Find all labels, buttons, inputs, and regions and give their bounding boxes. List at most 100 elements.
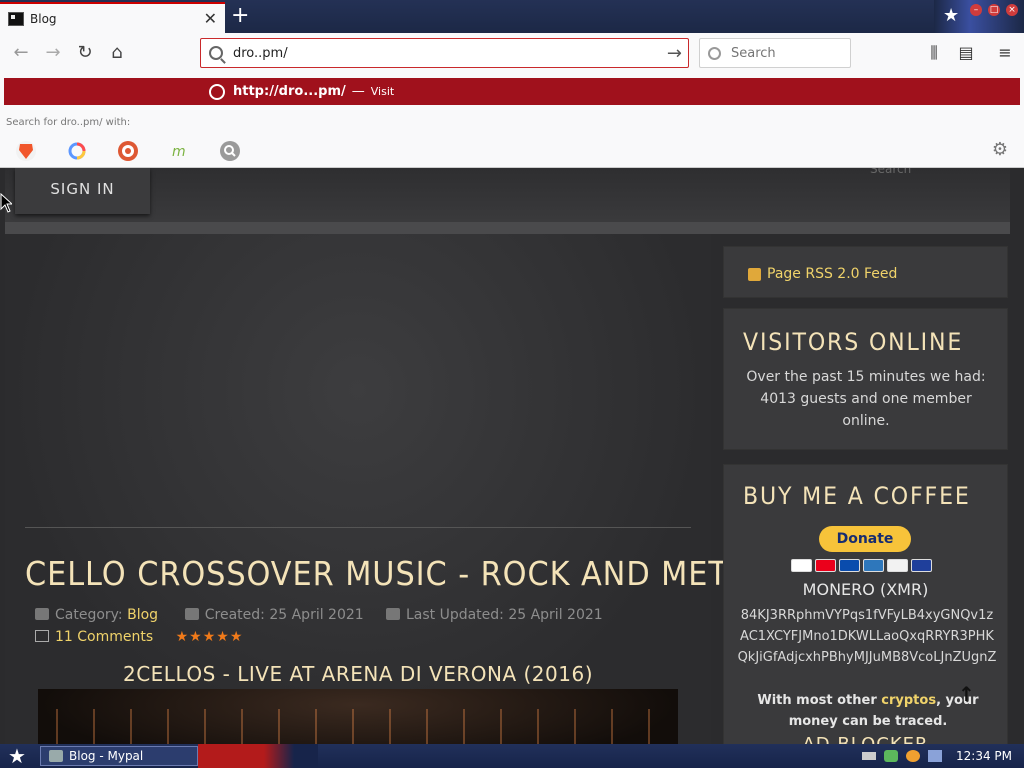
content-divider <box>25 527 691 528</box>
privacy-note: With most other cryptos, your money can … <box>753 690 983 732</box>
article-meta-secondary: 11 Comments ★★★★★ <box>35 629 243 645</box>
duckduckgo-icon[interactable] <box>118 141 138 161</box>
maximize-button[interactable]: □ <box>988 4 1000 16</box>
mouse-cursor-icon <box>0 193 12 213</box>
rss-icon <box>748 267 761 281</box>
payment-cards <box>791 559 932 572</box>
bank-card-icon <box>911 559 932 572</box>
privacy-pre: With most other <box>757 693 882 708</box>
library-icon[interactable]: ⫼ <box>922 40 946 66</box>
back-button[interactable]: ← <box>8 40 34 66</box>
coffee-title: BUY ME A COFFEE <box>743 482 971 510</box>
site-search-placeholder[interactable]: Search <box>870 168 911 176</box>
brave-icon[interactable] <box>16 141 36 161</box>
network-icon[interactable] <box>884 750 898 762</box>
search-icon <box>708 46 721 60</box>
start-button[interactable]: ★ <box>8 744 26 768</box>
category-label: Category: <box>55 607 123 623</box>
tab-title: Blog <box>30 11 57 26</box>
mastercard-icon <box>815 559 836 572</box>
tab-strip: Blog ✕ + ★ – □ × <box>0 0 1024 33</box>
donate-button[interactable]: Donate <box>819 526 911 552</box>
visit-separator: — <box>351 84 365 99</box>
search-tray-icon[interactable] <box>906 750 920 762</box>
taskbar: ★ Blog - Mypal 12:34 PM <box>0 744 1024 768</box>
navigation-toolbar: ← → ↻ ⌂ dro..pm/ → ⫼ ▤ ≡ <box>0 33 1024 73</box>
forward-button[interactable]: → <box>40 40 66 66</box>
visitors-title: VISITORS ONLINE <box>743 328 964 356</box>
keyboard-icon[interactable] <box>862 752 876 760</box>
search-engine-list: m ⚙ <box>0 139 1024 163</box>
visit-url: http://dro...pm/ <box>233 84 346 99</box>
rating-stars[interactable]: ★★★★★ <box>176 629 244 645</box>
video-thumbnail <box>38 709 678 744</box>
globe-icon <box>209 83 225 100</box>
sidebar-toggle-icon[interactable]: ▤ <box>954 40 978 66</box>
url-text[interactable]: dro..pm/ <box>233 46 667 61</box>
signin-button[interactable]: SIGN IN <box>15 168 150 214</box>
search-input[interactable] <box>729 44 839 62</box>
visit-suggestion[interactable]: http://dro...pm/ — Visit <box>4 78 1020 105</box>
taskbar-item-label: Blog - Mypal <box>69 749 144 763</box>
mojeek-icon[interactable]: m <box>169 141 189 161</box>
qwant-icon[interactable] <box>67 141 87 161</box>
go-arrow-icon[interactable]: → <box>667 43 682 64</box>
url-bar[interactable]: dro..pm/ → <box>200 38 689 68</box>
maestro-icon <box>839 559 860 572</box>
clock[interactable]: 12:34 PM <box>956 749 1012 763</box>
visa-icon <box>791 559 812 572</box>
svg-text:m: m <box>172 144 186 160</box>
discover-icon <box>887 559 908 572</box>
monero-address[interactable]: 84KJ3RRphmVYPqs1fVFyLB4xyGNQv1zAC1XCYFJM… <box>737 605 997 668</box>
new-tab-button[interactable]: + <box>231 5 249 27</box>
close-tab-icon[interactable]: ✕ <box>204 9 217 28</box>
menu-icon[interactable]: ≡ <box>993 40 1017 66</box>
visit-label: Visit <box>370 85 395 98</box>
comment-icon <box>35 630 49 642</box>
article-title[interactable]: CELLO CROSSOVER MUSIC - ROCK AND METAL <box>25 554 764 593</box>
rss-link[interactable]: Page RSS 2.0 Feed <box>748 266 897 282</box>
amex-icon <box>863 559 884 572</box>
home-button[interactable]: ⌂ <box>104 40 130 66</box>
visitors-module: VISITORS ONLINE Over the past 15 minutes… <box>723 308 1008 450</box>
search-for-label: Search for dro..pm/ with: <box>6 117 131 128</box>
comments-link[interactable]: 11 Comments <box>55 629 153 645</box>
taskbar-decoration <box>198 744 318 768</box>
back-to-top-icon[interactable]: ↑ <box>958 682 975 706</box>
gear-icon[interactable]: ⚙ <box>992 139 1008 160</box>
calendar-icon <box>385 608 400 620</box>
search-box[interactable] <box>699 38 851 68</box>
window-controls: – □ × <box>970 4 1018 16</box>
adblocker-title: AD BLOCKER <box>723 734 1008 744</box>
url-dropdown: http://dro...pm/ — Visit Search for dro.… <box>0 73 1024 168</box>
reload-button[interactable]: ↻ <box>72 40 98 66</box>
cryptos-link[interactable]: cryptos <box>881 693 936 708</box>
header-divider <box>5 222 1010 234</box>
video-title: 2CELLOS - LIVE AT ARENA DI VERONA (2016) <box>122 662 594 686</box>
star-icon: ★ <box>943 5 960 26</box>
updated-date: Last Updated: 25 April 2021 <box>405 607 603 623</box>
category-link[interactable]: Blog <box>127 607 158 623</box>
search-icon <box>209 46 223 60</box>
main-content: CELLO CROSSOVER MUSIC - ROCK AND METAL C… <box>5 234 764 744</box>
taskbar-item-browser[interactable]: Blog - Mypal <box>40 746 198 766</box>
browser-app-icon <box>49 750 63 762</box>
video-player[interactable] <box>38 689 678 744</box>
close-window-button[interactable]: × <box>1006 4 1018 16</box>
browser-tab[interactable]: Blog ✕ <box>0 2 225 33</box>
search-engine-icon[interactable] <box>220 141 240 161</box>
folder-icon <box>35 608 49 620</box>
system-tray: 12:34 PM <box>862 744 1024 768</box>
minimize-button[interactable]: – <box>970 4 982 16</box>
visitors-text: Over the past 15 minutes we had: 4013 gu… <box>746 369 986 429</box>
created-date: Created: 25 April 2021 <box>204 607 364 623</box>
site-favicon-icon <box>8 11 24 26</box>
article-meta: Category: Blog Created: 25 April 2021 La… <box>35 607 603 623</box>
rss-label: Page RSS 2.0 Feed <box>767 266 898 282</box>
calendar-icon <box>184 608 199 620</box>
monero-label: MONERO (XMR) <box>802 580 929 599</box>
volume-icon[interactable] <box>928 750 942 762</box>
site-header <box>5 168 1010 222</box>
rss-module: Page RSS 2.0 Feed <box>723 246 1008 298</box>
web-page: SIGN IN Search CELLO CROSSOVER MUSIC - R… <box>0 168 1024 744</box>
